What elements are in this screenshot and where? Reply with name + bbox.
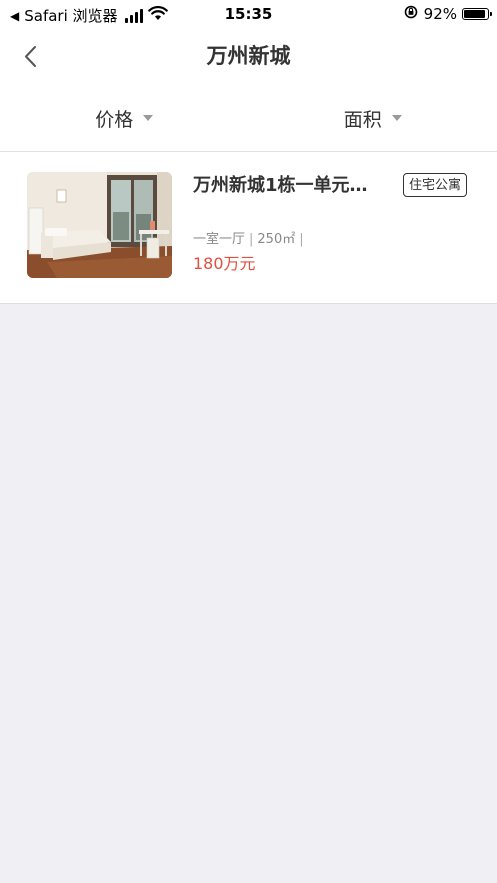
caret-down-icon [391,115,402,121]
listing-area: 250㎡ [257,232,296,247]
orientation-lock-icon [404,5,418,23]
status-right: 92% [404,5,492,23]
filter-price[interactable]: 价格 [0,96,249,140]
page-title: 万州新城 [206,44,291,68]
separator: | [299,232,304,247]
listing-layout: 一室一厅 [193,232,246,247]
filter-price-label: 价格 [95,108,134,131]
header-area: ◀ Safari 浏览器 15:35 92% 万州新城 价格 面积 [0,0,497,152]
filter-area[interactable]: 面积 [249,96,497,140]
separator: | [249,232,254,247]
listing-card[interactable]: 万州新城1栋一单元… 住宅公寓 一室一厅 | 250㎡ | 180万元 [0,152,497,304]
listing-meta: 一室一厅 | 250㎡ | [193,231,308,249]
battery-fill [464,10,486,18]
listing-price: 180万元 [193,254,256,273]
listing-photo [27,172,172,278]
filter-area-label: 面积 [343,108,382,131]
listing-title: 万州新城1栋一单元… [193,175,368,196]
caret-down-icon [143,115,154,121]
bedroom-photo-image [27,172,172,278]
battery-icon [462,8,492,20]
battery-percent: 92% [423,5,457,23]
nav-bar: 万州新城 [0,30,497,84]
status-bar: ◀ Safari 浏览器 15:35 92% [0,0,497,30]
property-type-badge: 住宅公寓 [403,173,468,197]
filter-bar: 价格 面积 [0,96,497,140]
